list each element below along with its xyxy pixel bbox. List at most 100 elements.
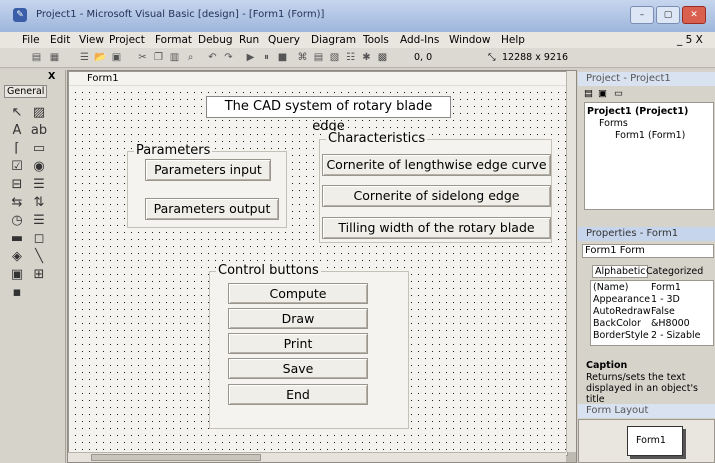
listbox-icon[interactable]: ☰	[30, 177, 48, 193]
hscrollbar-icon[interactable]: ⇆	[8, 195, 26, 211]
prop-value-2[interactable]: False	[651, 306, 675, 317]
picturebox-icon[interactable]: ▨	[30, 105, 48, 121]
property-description-text: Returns/sets the text displayed in an ob…	[586, 372, 699, 405]
open-icon[interactable]: 📂	[94, 51, 107, 64]
prop-name-1[interactable]: Appearance	[593, 294, 650, 305]
cut-icon[interactable]: ✂	[136, 51, 149, 64]
save-button[interactable]: Save	[228, 358, 368, 379]
object-selector[interactable]: Form1 Form	[582, 244, 714, 258]
label-icon[interactable]: A	[8, 123, 26, 139]
prop-value-0[interactable]: Form1	[651, 282, 681, 293]
project-explorer-icon[interactable]: ⌘	[296, 51, 309, 64]
menu-addins[interactable]: Add-Ins	[400, 34, 439, 46]
copy-icon[interactable]: ❐	[152, 51, 165, 64]
prop-name-2[interactable]: AutoRedraw	[593, 306, 651, 317]
parameters-output-button[interactable]: Parameters output	[145, 198, 279, 220]
menu-tools[interactable]: Tools	[363, 34, 389, 46]
optionbutton-icon[interactable]: ◉	[30, 159, 48, 175]
end-button[interactable]: End	[228, 384, 368, 405]
properties-icon[interactable]: ▤	[312, 51, 325, 64]
menu-view[interactable]: View	[79, 34, 104, 46]
paste-icon[interactable]: ▥	[168, 51, 181, 64]
frame-icon[interactable]: ⌈	[8, 141, 26, 157]
form-layout-preview[interactable]: Form1	[627, 426, 683, 456]
vscrollbar-icon[interactable]: ⇅	[30, 195, 48, 211]
close-button[interactable]: ✕	[682, 6, 706, 24]
shape-icon[interactable]: ◈	[8, 249, 26, 265]
prop-value-4[interactable]: 2 - Sizable	[651, 330, 701, 341]
menu-run[interactable]: Run	[239, 34, 259, 46]
menu-edit[interactable]: Edit	[50, 34, 70, 46]
form-designer[interactable]: Form1 The CAD system of rotary blade edg…	[68, 71, 568, 456]
end-icon[interactable]: ■	[276, 51, 289, 64]
dirlistbox-icon[interactable]: ▬	[8, 231, 26, 247]
minimize-button[interactable]: –	[630, 6, 654, 24]
filelistbox-icon[interactable]: ◻	[30, 231, 48, 247]
heading-label[interactable]: The CAD system of rotary blade edge	[206, 96, 451, 134]
ole-icon[interactable]: ▪	[8, 285, 26, 301]
combobox-icon[interactable]: ⊟	[8, 177, 26, 193]
parameters-frame[interactable]: Parameters Parameters input Parameters o…	[127, 143, 287, 228]
menu-diagram[interactable]: Diagram	[311, 34, 356, 46]
data-view-icon[interactable]: ▩	[376, 51, 389, 64]
break-icon[interactable]: ⏸	[260, 51, 273, 64]
toolbox-close[interactable]: X	[48, 71, 55, 82]
timer-icon[interactable]: ◷	[8, 213, 26, 229]
toolbox-icon[interactable]: ✱	[360, 51, 373, 64]
undo-icon[interactable]: ↶	[206, 51, 219, 64]
menu-query[interactable]: Query	[268, 34, 300, 46]
menu-editor-icon[interactable]: ☰	[78, 51, 91, 64]
toolbox-tab-general[interactable]: General	[4, 85, 48, 98]
menu-help[interactable]: Help	[501, 34, 525, 46]
property-description-title: Caption	[586, 360, 628, 371]
form-layout-icon[interactable]: ▧	[328, 51, 341, 64]
redo-icon[interactable]: ↷	[222, 51, 235, 64]
project-root-item[interactable]: Project1 (Project1)	[587, 106, 688, 117]
tab-alphabetic[interactable]: Alphabetic	[592, 265, 649, 278]
prop-name-4[interactable]: BorderStyle	[593, 330, 649, 341]
characteristics-frame[interactable]: Characteristics Cornerite of lengthwise …	[319, 131, 552, 243]
drivelistbox-icon[interactable]: ☰	[30, 213, 48, 229]
parameters-input-button[interactable]: Parameters input	[145, 159, 271, 181]
checkbox-icon[interactable]: ☑	[8, 159, 26, 175]
horizontal-scroll-thumb[interactable]	[91, 454, 261, 461]
prop-value-1[interactable]: 1 - 3D	[651, 294, 680, 305]
image-icon[interactable]: ▣	[8, 267, 26, 283]
save-icon[interactable]: ▣	[110, 51, 123, 64]
menu-project[interactable]: Project	[109, 34, 145, 46]
line-icon[interactable]: ╲	[30, 249, 48, 265]
tab-categorized[interactable]: Categorized	[646, 266, 703, 277]
object-browser-icon[interactable]: ☷	[344, 51, 357, 64]
add-project-icon[interactable]: ▤	[30, 51, 43, 64]
menu-window[interactable]: Window	[449, 34, 490, 46]
forms-folder-item[interactable]: Forms	[599, 118, 628, 129]
pointer-icon[interactable]: ↖	[8, 105, 26, 121]
menu-debug[interactable]: Debug	[198, 34, 233, 46]
prop-name-3[interactable]: BackColor	[593, 318, 641, 329]
add-form-icon[interactable]: ▦	[48, 51, 61, 64]
menu-format[interactable]: Format	[155, 34, 192, 46]
designer-vertical-scrollbar[interactable]	[566, 71, 576, 452]
restore-button[interactable]: ▢	[656, 6, 680, 24]
find-icon[interactable]: ⌕	[184, 51, 197, 64]
commandbutton-icon[interactable]: ▭	[30, 141, 48, 157]
form1-tree-item[interactable]: Form1 (Form1)	[615, 130, 685, 141]
tilling-width-button[interactable]: Tilling width of the rotary blade	[322, 217, 551, 239]
lengthwise-curve-button[interactable]: Cornerite of lengthwise edge curve	[322, 154, 551, 176]
compute-button[interactable]: Compute	[228, 283, 368, 304]
mdi-controls[interactable]: _ 5 X	[677, 34, 703, 46]
toggle-folders-icon[interactable]: ▭	[614, 88, 623, 99]
sidelong-edge-button[interactable]: Cornerite of sidelong edge	[322, 185, 551, 207]
control-buttons-caption: Control buttons	[216, 263, 321, 278]
print-button[interactable]: Print	[228, 333, 368, 354]
menu-file[interactable]: File	[22, 34, 40, 46]
control-buttons-frame[interactable]: Control buttons Compute Draw Print Save …	[209, 263, 409, 429]
prop-value-3[interactable]: &H8000	[651, 318, 690, 329]
draw-button[interactable]: Draw	[228, 308, 368, 329]
view-code-icon[interactable]: ▤	[584, 88, 593, 99]
start-icon[interactable]: ▶	[244, 51, 257, 64]
data-icon[interactable]: ⊞	[30, 267, 48, 283]
prop-name-0[interactable]: (Name)	[593, 282, 628, 293]
view-object-icon[interactable]: ▣	[598, 88, 607, 99]
textbox-icon[interactable]: ab	[30, 123, 48, 139]
